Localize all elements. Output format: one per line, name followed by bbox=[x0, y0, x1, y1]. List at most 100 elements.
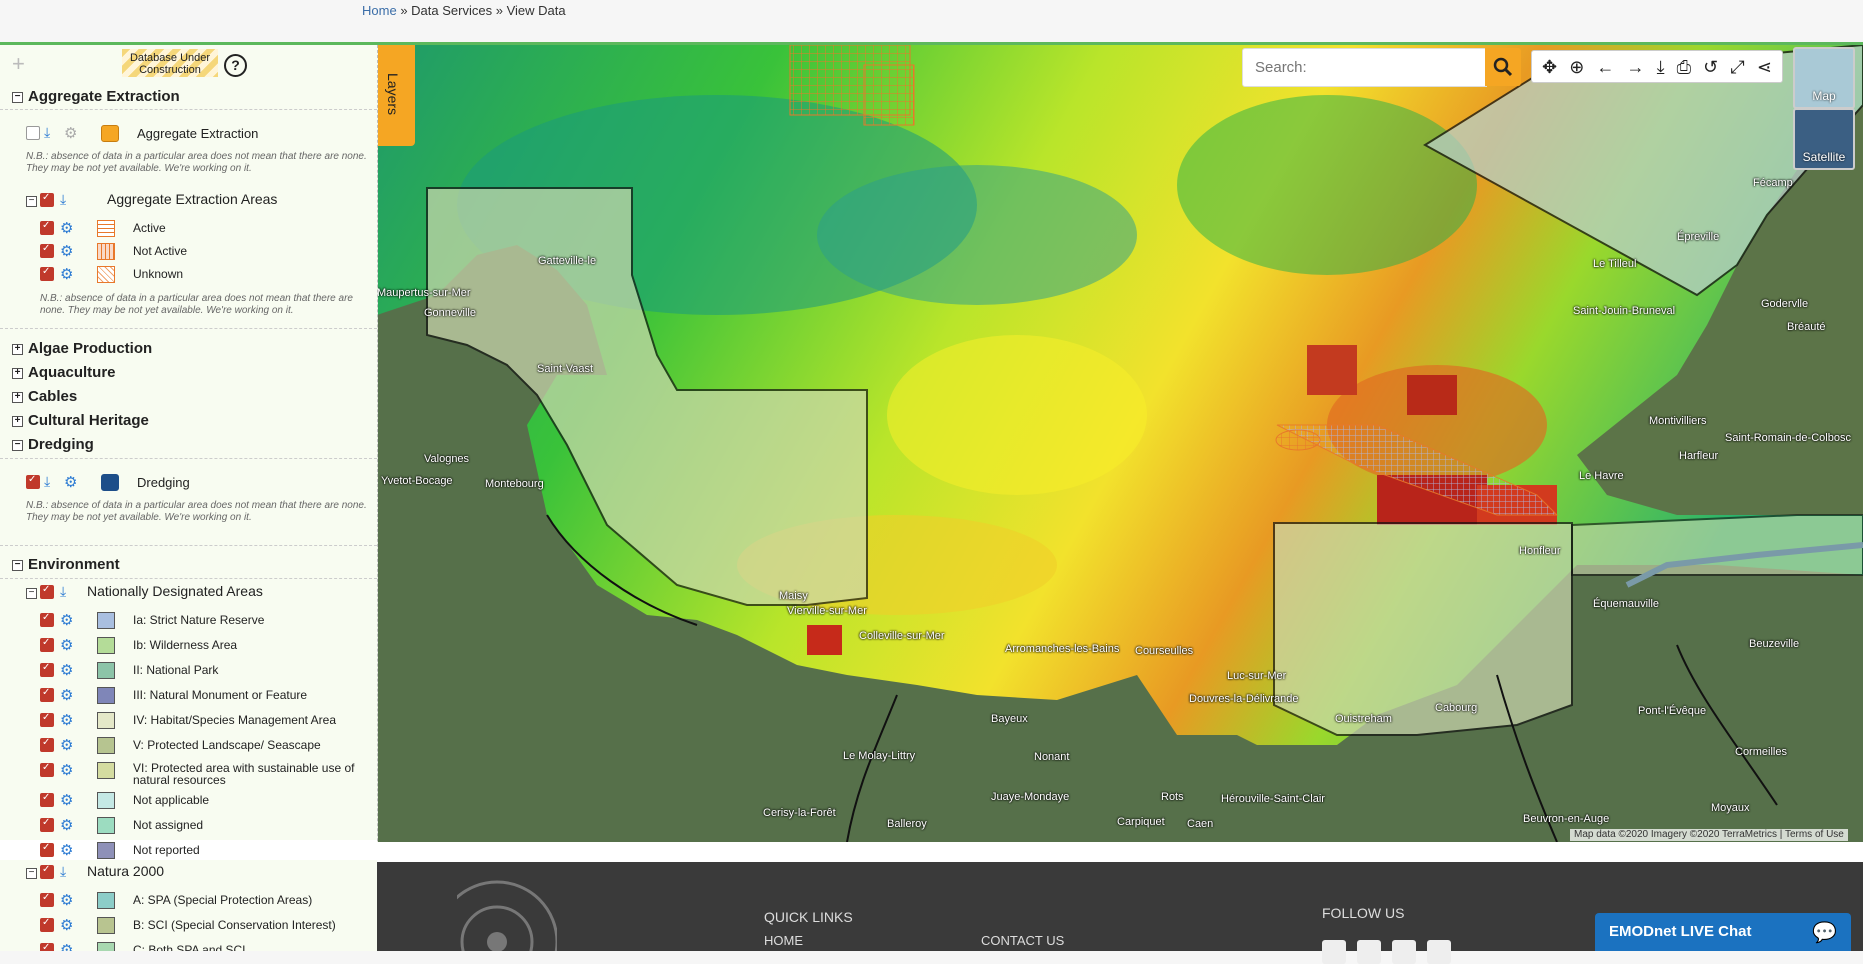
legend-item[interactable]: ⚙ A: SPA (Special Protection Areas) bbox=[0, 890, 377, 910]
twitter-icon[interactable] bbox=[1357, 940, 1381, 964]
back-icon[interactable]: ← bbox=[1596, 57, 1614, 77]
facebook-icon[interactable] bbox=[1322, 940, 1346, 964]
download-icon[interactable]: ⤓ bbox=[60, 863, 66, 880]
layer-checkbox[interactable] bbox=[40, 243, 54, 258]
gear-icon[interactable]: ⚙ bbox=[64, 124, 77, 142]
layer-checkbox[interactable] bbox=[40, 737, 54, 752]
layer-checkbox[interactable] bbox=[26, 474, 40, 489]
expand-icon[interactable]: + bbox=[12, 344, 23, 355]
gear-icon[interactable]: ⚙ bbox=[60, 841, 73, 859]
gear-icon[interactable]: ⚙ bbox=[60, 661, 73, 679]
expand-icon[interactable]: + bbox=[12, 392, 23, 403]
gear-icon[interactable]: ⚙ bbox=[60, 761, 73, 779]
section-algae-production[interactable]: + Algae Production bbox=[0, 339, 377, 361]
legend-item[interactable]: ⚙ Not reported bbox=[0, 840, 377, 860]
gear-icon[interactable]: ⚙ bbox=[60, 711, 73, 729]
layer-checkbox[interactable] bbox=[40, 864, 54, 879]
gear-icon[interactable]: ⚙ bbox=[60, 611, 73, 629]
reset-icon[interactable]: ↺ bbox=[1703, 57, 1718, 77]
print-icon[interactable]: ⎙ bbox=[1677, 57, 1691, 77]
map-viewer[interactable]: Gatteville-le Maupertus-sur-Mer Gonnevil… bbox=[377, 45, 1863, 842]
legend-item[interactable]: ⚙ V: Protected Landscape/ Seascape bbox=[0, 735, 377, 755]
legend-item[interactable]: ⚙ Unknown bbox=[0, 264, 377, 284]
gear-icon[interactable]: ⚙ bbox=[60, 891, 73, 909]
pan-icon[interactable]: ✥ bbox=[1542, 57, 1557, 77]
layer-checkbox[interactable] bbox=[40, 687, 54, 702]
collapse-icon[interactable]: − bbox=[12, 440, 23, 451]
layer-checkbox[interactable] bbox=[40, 637, 54, 652]
section-dredging[interactable]: − Dredging bbox=[0, 435, 377, 457]
download-icon[interactable]: ⤓ bbox=[60, 191, 66, 208]
legend-item[interactable]: ⚙ Not applicable bbox=[0, 790, 377, 810]
layer-checkbox[interactable] bbox=[40, 792, 54, 807]
footer-home-link[interactable]: HOME bbox=[764, 933, 803, 948]
linkedin-icon[interactable] bbox=[1392, 940, 1416, 964]
layer-aggregate-extraction[interactable]: ⤓ ⚙ Aggregate Extraction bbox=[0, 123, 377, 143]
gear-icon[interactable]: ⚙ bbox=[60, 916, 73, 934]
share-icon[interactable]: ⋖ bbox=[1757, 57, 1772, 77]
layer-checkbox[interactable] bbox=[40, 220, 54, 235]
legend-item[interactable]: ⚙ C: Both SPA and SCI bbox=[0, 940, 377, 951]
section-cables[interactable]: + Cables bbox=[0, 387, 377, 409]
layers-tab[interactable]: Layers bbox=[377, 45, 415, 146]
layer-dredging[interactable]: ⤓ ⚙ Dredging bbox=[0, 472, 377, 492]
layer-checkbox[interactable] bbox=[40, 662, 54, 677]
gear-icon[interactable]: ⚙ bbox=[60, 636, 73, 654]
map-canvas[interactable] bbox=[377, 45, 1863, 842]
legend-item[interactable]: ⚙ B: SCI (Special Conservation Interest) bbox=[0, 915, 377, 935]
legend-item[interactable]: ⚙ II: National Park bbox=[0, 660, 377, 680]
layer-checkbox[interactable] bbox=[40, 192, 54, 207]
legend-item[interactable]: ⚙ Ia: Strict Nature Reserve bbox=[0, 610, 377, 630]
collapse-icon[interactable]: − bbox=[12, 92, 23, 103]
section-environment[interactable]: − Environment bbox=[0, 555, 377, 577]
search-input[interactable] bbox=[1253, 49, 1477, 85]
flickr-icon[interactable] bbox=[1427, 940, 1451, 964]
legend-item[interactable]: ⚙ Not Active bbox=[0, 241, 377, 261]
gear-icon[interactable]: ⚙ bbox=[60, 265, 73, 283]
section-cultural-heritage[interactable]: + Cultural Heritage bbox=[0, 411, 377, 433]
layer-checkbox[interactable] bbox=[40, 584, 54, 599]
search-button[interactable] bbox=[1485, 48, 1521, 86]
layer-checkbox[interactable] bbox=[40, 842, 54, 857]
collapse-icon[interactable]: − bbox=[12, 560, 23, 571]
legend-item[interactable]: ⚙ Ib: Wilderness Area bbox=[0, 635, 377, 655]
breadcrumb-home-link[interactable]: Home bbox=[362, 3, 397, 18]
gear-icon[interactable]: ⚙ bbox=[60, 736, 73, 754]
forward-icon[interactable]: → bbox=[1627, 57, 1645, 77]
download-icon[interactable]: ⤓ bbox=[1657, 57, 1665, 77]
legend-item[interactable]: ⚙ Active bbox=[0, 218, 377, 238]
layer-checkbox[interactable] bbox=[40, 892, 54, 907]
layer-checkbox[interactable] bbox=[40, 942, 54, 951]
breadcrumb-data-services[interactable]: Data Services bbox=[411, 3, 492, 18]
gear-icon[interactable]: ⚙ bbox=[60, 242, 73, 260]
gear-icon[interactable]: ⚙ bbox=[60, 219, 73, 237]
gear-icon[interactable]: ⚙ bbox=[64, 473, 77, 491]
layer-natura-2000[interactable]: − ⤓ Natura 2000 bbox=[0, 862, 377, 882]
legend-item[interactable]: ⚙ IV: Habitat/Species Management Area bbox=[0, 710, 377, 730]
expand-icon[interactable]: + bbox=[12, 416, 23, 427]
collapse-icon[interactable]: − bbox=[26, 196, 37, 207]
layer-checkbox[interactable] bbox=[40, 266, 54, 281]
live-chat-button[interactable]: EMODnet LIVE Chat 💬 bbox=[1595, 913, 1851, 951]
download-icon[interactable]: ⤓ bbox=[60, 583, 66, 600]
layer-checkbox[interactable] bbox=[40, 817, 54, 832]
fullscreen-icon[interactable]: ⤢ bbox=[1730, 57, 1744, 77]
gear-icon[interactable]: ⚙ bbox=[60, 791, 73, 809]
gear-icon[interactable]: ⚙ bbox=[60, 816, 73, 834]
layer-checkbox[interactable] bbox=[40, 712, 54, 727]
layer-checkbox[interactable] bbox=[40, 762, 54, 777]
footer-contact-link[interactable]: CONTACT US bbox=[981, 933, 1064, 948]
basemap-satellite-button[interactable]: Satellite bbox=[1793, 108, 1855, 170]
download-icon[interactable]: ⤓ bbox=[44, 124, 50, 141]
zoom-in-icon[interactable]: ⊕ bbox=[1569, 57, 1584, 77]
layer-checkbox[interactable] bbox=[40, 612, 54, 627]
section-aggregate-extraction[interactable]: − Aggregate Extraction bbox=[0, 87, 377, 109]
help-icon[interactable]: ? bbox=[224, 54, 247, 77]
layer-checkbox[interactable] bbox=[26, 126, 40, 140]
legend-item[interactable]: ⚙ III: Natural Monument or Feature bbox=[0, 685, 377, 705]
collapse-icon[interactable]: − bbox=[26, 868, 37, 879]
legend-item[interactable]: ⚙ VI: Protected area with sustainable us… bbox=[0, 760, 377, 790]
zoom-plus-icon[interactable]: + bbox=[12, 53, 32, 75]
gear-icon[interactable]: ⚙ bbox=[60, 941, 73, 951]
section-aquaculture[interactable]: + Aquaculture bbox=[0, 363, 377, 385]
